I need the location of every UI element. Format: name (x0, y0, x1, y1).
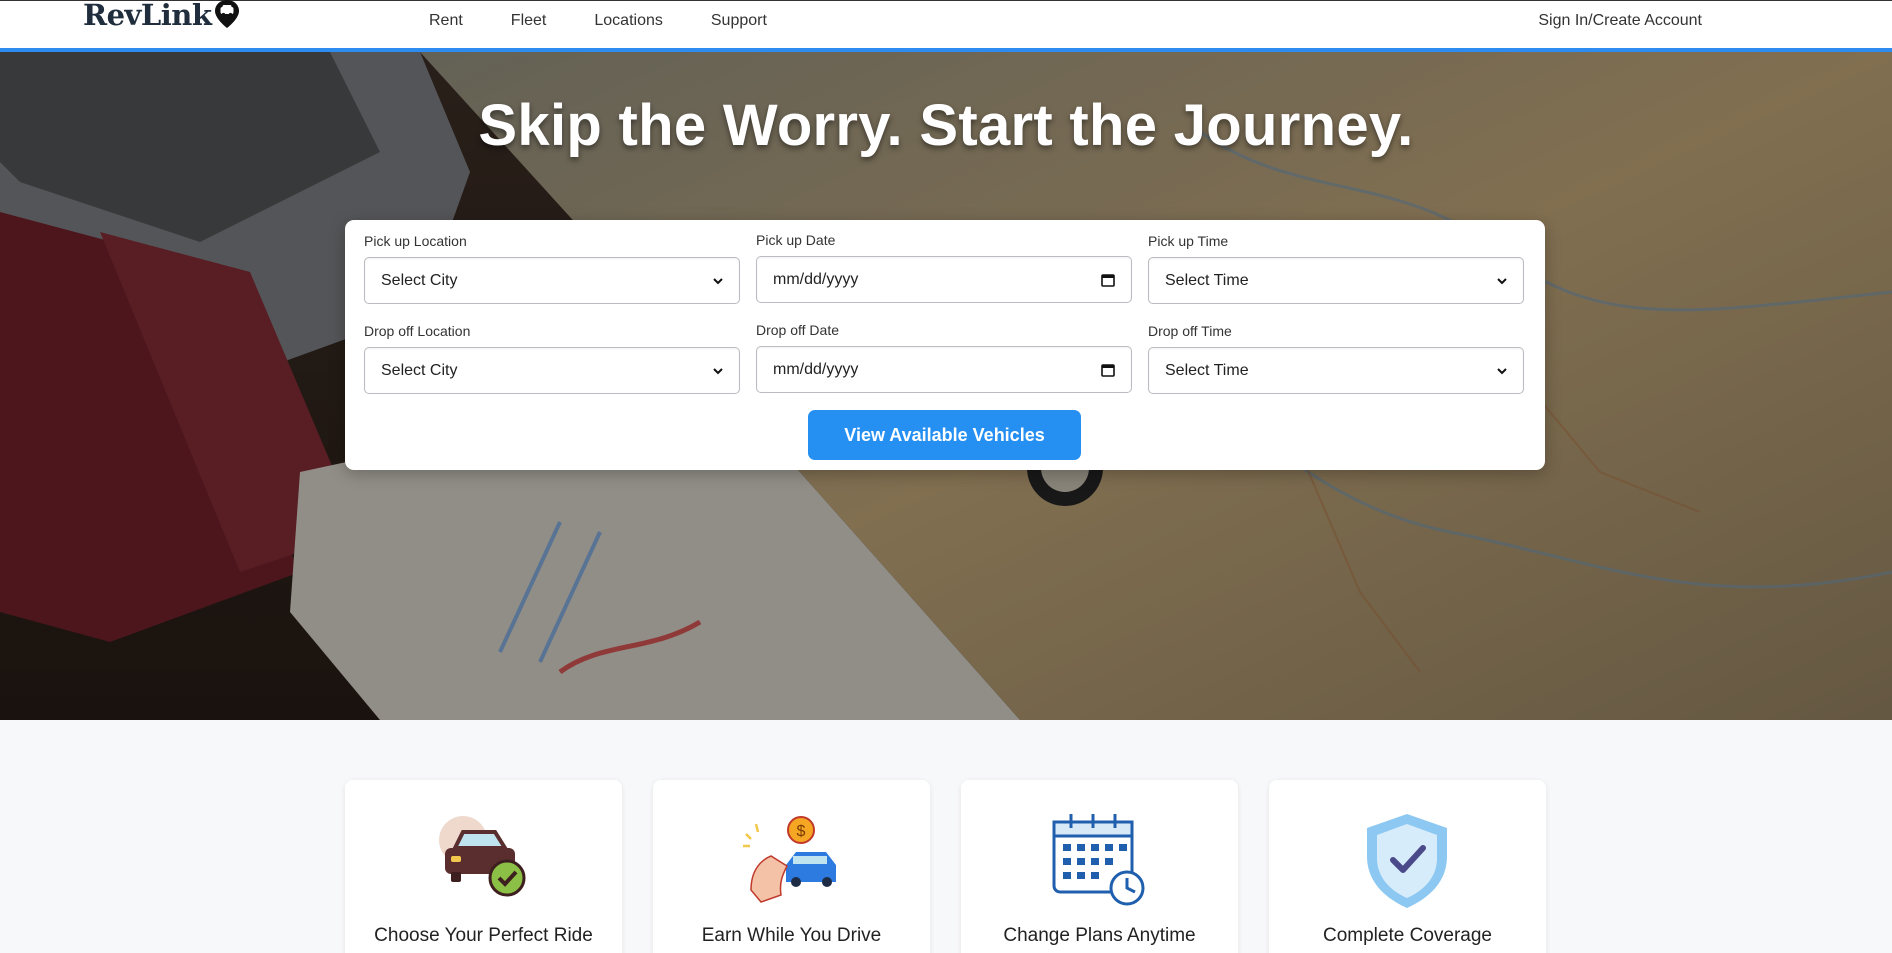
features-section: Choose Your Perfect Ride $ Earn While Yo… (345, 780, 1546, 953)
pickup-location-select[interactable]: Select City (364, 257, 740, 304)
pickup-date-label: Pick up Date (756, 232, 836, 248)
map-pin-car-icon (214, 0, 239, 28)
chevron-down-icon (713, 277, 723, 284)
pickup-time-select[interactable]: Select Time (1148, 257, 1524, 304)
feature-title: Choose Your Perfect Ride (374, 925, 593, 946)
dropoff-date-label: Drop off Date (756, 322, 840, 338)
pickup-location-field: Pick up Location Select City (364, 233, 740, 304)
dropoff-time-value: Select Time (1165, 361, 1249, 379)
shield-check-icon (1367, 814, 1447, 908)
nav-rent[interactable]: Rent (429, 12, 463, 30)
feature-title: Change Plans Anytime (1003, 925, 1196, 946)
dropoff-location-select[interactable]: Select City (364, 347, 740, 394)
calendar-clock-icon (1052, 814, 1145, 906)
dropoff-location-value: Select City (381, 361, 458, 379)
dropoff-time-field: Drop off Time Select Time (1148, 323, 1524, 394)
pickup-time-value: Select Time (1165, 271, 1249, 289)
dropoff-time-select[interactable]: Select Time (1148, 347, 1524, 394)
feature-card: Complete Coverage (1269, 780, 1546, 953)
chevron-down-icon (1497, 277, 1507, 284)
dropoff-location-label: Drop off Location (364, 323, 471, 339)
nav-support[interactable]: Support (711, 12, 767, 30)
pickup-time-label: Pick up Time (1148, 233, 1229, 249)
sign-in-link[interactable]: Sign In/Create Account (1538, 12, 1702, 30)
hero-headline: Skip the Worry. Start the Journey. (478, 93, 1414, 158)
brand-name: RevLink (83, 0, 212, 32)
nav-locations[interactable]: Locations (594, 12, 663, 30)
hand-coin-car-icon: $ (743, 816, 836, 903)
booking-form: Pick up Location Select City Pick up Dat… (345, 220, 1545, 470)
brand-logo[interactable]: RevLink (83, 0, 240, 32)
car-check-icon (439, 816, 526, 897)
pickup-location-value: Select City (381, 271, 458, 289)
pickup-date-field: Pick up Date mm/dd/yyyy (756, 232, 1132, 303)
calendar-icon[interactable] (1101, 363, 1115, 377)
svg-text:$: $ (797, 823, 806, 840)
feature-card: $ Earn While You Drive (653, 780, 930, 953)
pickup-date-input[interactable]: mm/dd/yyyy (756, 256, 1132, 303)
pickup-time-field: Pick up Time Select Time (1148, 233, 1524, 304)
chevron-down-icon (713, 367, 723, 374)
pickup-date-placeholder: mm/dd/yyyy (773, 270, 859, 288)
feature-card: Change Plans Anytime (961, 780, 1238, 953)
dropoff-time-label: Drop off Time (1148, 323, 1232, 339)
dropoff-date-placeholder: mm/dd/yyyy (773, 360, 859, 378)
feature-title: Earn While You Drive (701, 925, 882, 946)
dropoff-date-input[interactable]: mm/dd/yyyy (756, 346, 1132, 393)
chevron-down-icon (1497, 367, 1507, 374)
nav-fleet[interactable]: Fleet (511, 12, 547, 30)
calendar-icon[interactable] (1101, 273, 1115, 287)
feature-card: Choose Your Perfect Ride (345, 780, 622, 953)
pickup-location-label: Pick up Location (364, 233, 467, 249)
primary-nav: Rent Fleet Locations Support (429, 12, 815, 30)
dropoff-date-field: Drop off Date mm/dd/yyyy (756, 322, 1132, 393)
view-vehicles-button[interactable]: View Available Vehicles (808, 410, 1081, 460)
feature-title: Complete Coverage (1323, 925, 1492, 946)
top-navbar: RevLink Rent Fleet Locations Support Sig… (0, 0, 1892, 52)
hero-banner: Skip the Worry. Start the Journey. Pick … (0, 52, 1892, 720)
dropoff-location-field: Drop off Location Select City (364, 323, 740, 394)
